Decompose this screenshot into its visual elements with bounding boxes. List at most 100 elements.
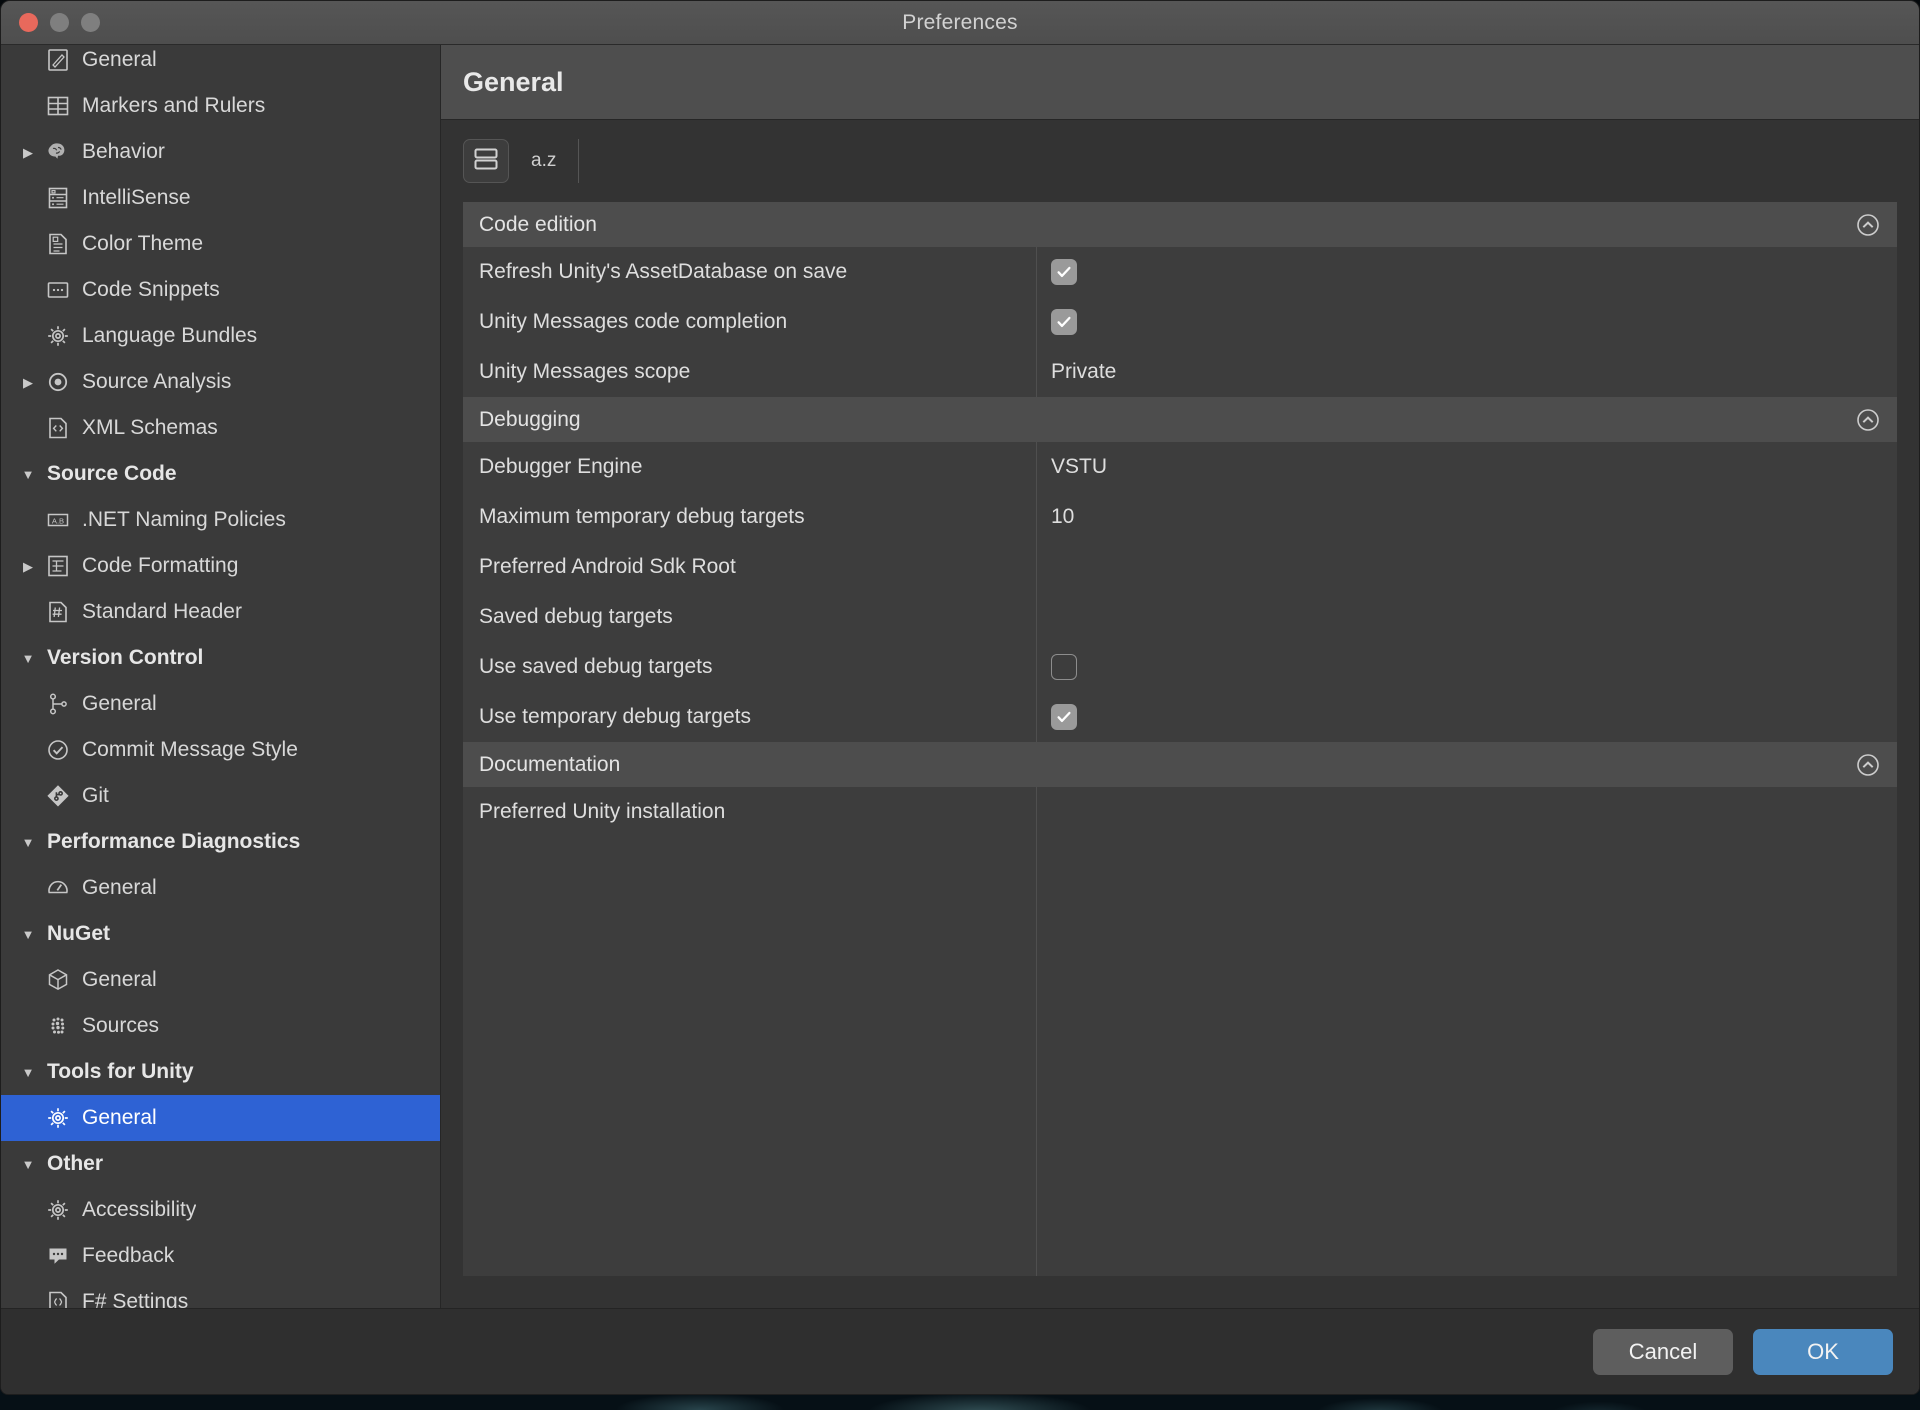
chevron-down-icon[interactable]: ▼ <box>15 836 41 849</box>
sidebar-item-label: Git <box>82 784 109 807</box>
page-title: General <box>463 66 564 97</box>
sidebar-item-code-formatting[interactable]: ▶ Code Formatting <box>1 543 440 589</box>
sidebar-item-label: Language Bundles <box>82 324 258 347</box>
preferences-sidebar[interactable]: ▶ General ▶ Markers and Rulers ▶ Behavior ▶ Int… <box>1 45 441 1308</box>
twisty-spacer: ▶ <box>15 882 41 895</box>
sidebar-item-general[interactable]: ▶ General <box>1 865 440 911</box>
settings-row-value[interactable] <box>1037 592 1897 642</box>
sidebar-item-tools-for-unity[interactable]: ▼ Tools for Unity <box>1 1049 440 1095</box>
settings-row[interactable]: Maximum temporary debug targets 10 <box>463 492 1897 542</box>
close-button[interactable] <box>19 13 38 32</box>
sidebar-item-label: Standard Header <box>82 600 242 623</box>
sidebar-item-git[interactable]: ▶ Git <box>1 773 440 819</box>
chevron-right-icon[interactable]: ▶ <box>15 376 41 389</box>
sidebar-item-commit-message-style[interactable]: ▶ Commit Message Style <box>1 727 440 773</box>
chevron-down-icon[interactable]: ▼ <box>15 652 41 665</box>
window-title: Preferences <box>902 10 1018 34</box>
sidebar-item-general[interactable]: ▶ General <box>1 45 440 83</box>
settings-row[interactable]: Preferred Unity installation <box>463 787 1897 837</box>
sidebar-item-standard-header[interactable]: ▶ Standard Header <box>1 589 440 635</box>
sidebar-item-source-code[interactable]: ▼ Source Code <box>1 451 440 497</box>
settings-group-header[interactable]: Debugging <box>463 397 1897 442</box>
settings-row-checkbox[interactable] <box>1037 247 1897 297</box>
chevron-down-icon[interactable]: ▼ <box>15 928 41 941</box>
settings-row-checkbox[interactable] <box>1037 692 1897 742</box>
chevron-down-icon[interactable]: ▼ <box>15 1158 41 1171</box>
settings-row-checkbox[interactable] <box>1037 642 1897 692</box>
settings-row-value[interactable]: Private <box>1037 347 1897 397</box>
content-bottom-padding <box>441 1276 1919 1308</box>
sidebar-item-feedback[interactable]: ▶ Feedback <box>1 1233 440 1279</box>
settings-row-value[interactable] <box>1037 787 1897 837</box>
settings-row-label: Unity Messages scope <box>463 347 1037 397</box>
sidebar-item-label: Tools for Unity <box>47 1060 194 1083</box>
twisty-spacer: ▶ <box>15 330 41 343</box>
group-view-button[interactable] <box>463 139 509 183</box>
toolbar-separator <box>578 139 580 183</box>
sidebar-item-performance-diagnostics[interactable]: ▼ Performance Diagnostics <box>1 819 440 865</box>
settings-group-title: Debugging <box>479 407 581 431</box>
sidebar-item-behavior[interactable]: ▶ Behavior <box>1 129 440 175</box>
sidebar-item-version-control[interactable]: ▼ Version Control <box>1 635 440 681</box>
settings-row-checkbox[interactable] <box>1037 297 1897 347</box>
chevron-up-circle-icon[interactable] <box>1853 405 1883 435</box>
sidebar-item-label: Source Analysis <box>82 370 232 393</box>
sidebar-item-f-settings[interactable]: ▶ F# Settings <box>1 1279 440 1308</box>
settings-row-label: Saved debug targets <box>463 592 1037 642</box>
chevron-down-icon[interactable]: ▼ <box>15 468 41 481</box>
sidebar-item-sources[interactable]: ▶ Sources <box>1 1003 440 1049</box>
zoom-button[interactable] <box>81 13 100 32</box>
sidebar-item-color-theme[interactable]: ▶ Color Theme <box>1 221 440 267</box>
sidebar-item-other[interactable]: ▼ Other <box>1 1141 440 1187</box>
sidebar-item-code-snippets[interactable]: ▶ Code Snippets <box>1 267 440 313</box>
checkbox-checked-icon[interactable] <box>1051 704 1077 730</box>
chevron-down-icon[interactable]: ▼ <box>15 1066 41 1079</box>
settings-row[interactable]: Refresh Unity's AssetDatabase on save <box>463 247 1897 297</box>
sidebar-item-accessibility[interactable]: ▶ Accessibility <box>1 1187 440 1233</box>
settings-row-value[interactable]: VSTU <box>1037 442 1897 492</box>
sidebar-item-intellisense[interactable]: ▶ IntelliSense <box>1 175 440 221</box>
settings-row[interactable]: Use saved debug targets <box>463 642 1897 692</box>
sidebar-item-general[interactable]: ▶ General <box>1 1095 440 1141</box>
settings-row[interactable]: Debugger Engine VSTU <box>463 442 1897 492</box>
settings-row[interactable]: Unity Messages scope Private <box>463 347 1897 397</box>
settings-row[interactable]: Preferred Android Sdk Root <box>463 542 1897 592</box>
sidebar-item-label: Source Code <box>47 462 177 485</box>
settings-row-value[interactable] <box>1037 542 1897 592</box>
svg-text:A.B: A.B <box>52 516 64 525</box>
checkbox-unchecked-icon[interactable] <box>1051 654 1077 680</box>
settings-row[interactable]: Use temporary debug targets <box>463 692 1897 742</box>
sidebar-item-general[interactable]: ▶ General <box>1 681 440 727</box>
sidebar-item-label: Other <box>47 1152 104 1175</box>
sidebar-item-label: .NET Naming Policies <box>82 508 286 531</box>
sidebar-item-markers-and-rulers[interactable]: ▶ Markers and Rulers <box>1 83 440 129</box>
sidebar-item-source-analysis[interactable]: ▶ Source Analysis <box>1 359 440 405</box>
settings-group-title: Code edition <box>479 212 597 236</box>
settings-group-header[interactable]: Documentation <box>463 742 1897 787</box>
chevron-right-icon[interactable]: ▶ <box>15 146 41 159</box>
settings-row[interactable]: Saved debug targets <box>463 592 1897 642</box>
chevron-up-circle-icon[interactable] <box>1853 210 1883 240</box>
checkbox-checked-icon[interactable] <box>1051 259 1077 285</box>
minimize-button[interactable] <box>50 13 69 32</box>
color-document-icon <box>41 231 75 257</box>
sidebar-item-net-naming-policies[interactable]: ▶ A.B .NET Naming Policies <box>1 497 440 543</box>
snippet-icon <box>41 277 75 303</box>
twisty-spacer: ▶ <box>15 1296 41 1309</box>
checkbox-checked-icon[interactable] <box>1051 309 1077 335</box>
sidebar-item-nuget[interactable]: ▼ NuGet <box>1 911 440 957</box>
ok-button[interactable]: OK <box>1753 1328 1893 1375</box>
chevron-right-icon[interactable]: ▶ <box>15 560 41 573</box>
sidebar-item-general[interactable]: ▶ General <box>1 957 440 1003</box>
sidebar-item-label: General <box>82 692 157 715</box>
chevron-up-circle-icon[interactable] <box>1853 750 1883 780</box>
sort-alphabetical-button[interactable]: a.z <box>509 139 578 183</box>
settings-group-title: Documentation <box>479 752 621 776</box>
twisty-spacer: ▶ <box>15 54 41 67</box>
settings-row-value[interactable]: 10 <box>1037 492 1897 542</box>
cancel-button[interactable]: Cancel <box>1593 1328 1733 1375</box>
sidebar-item-xml-schemas[interactable]: ▶ XML Schemas <box>1 405 440 451</box>
settings-row[interactable]: Unity Messages code completion <box>463 297 1897 347</box>
settings-group-header[interactable]: Code edition <box>463 202 1897 247</box>
sidebar-item-language-bundles[interactable]: ▶ Language Bundles <box>1 313 440 359</box>
